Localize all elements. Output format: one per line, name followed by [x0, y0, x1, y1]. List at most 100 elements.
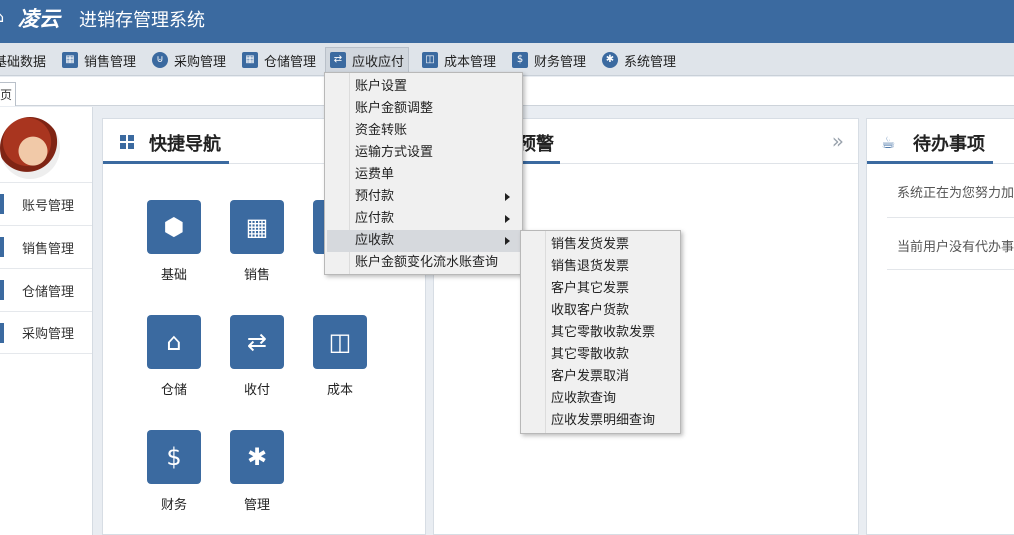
app-header: ⌂ 凌云 进销存管理系统 — [0, 0, 1014, 43]
sidebar-item-label: 账号管理 — [22, 198, 75, 214]
menu-cost[interactable]: ◫ 成本管理 — [422, 48, 496, 72]
sidebar-item-label: 销售管理 — [22, 241, 75, 257]
double-chevron-right-icon[interactable]: » — [832, 129, 844, 153]
menu-item-shipping-method[interactable]: 运输方式设置 — [327, 142, 520, 164]
nav-label: 销售 — [243, 268, 270, 283]
nav-tile-payment[interactable]: ⇄ — [230, 315, 284, 369]
nav-label: 基础 — [160, 268, 187, 283]
menu-label: 基础数据 — [0, 54, 47, 70]
todo-message: 当前用户没有代办事 — [897, 240, 1014, 255]
sidebar-item-accounts[interactable]: 账号管理 — [0, 182, 92, 225]
menu-warehouse[interactable]: ▦ 仓储管理 — [242, 48, 316, 72]
panel-title: 快捷导航 — [149, 134, 221, 155]
sidebar-item-warehouse[interactable]: 仓储管理 — [0, 268, 92, 311]
exchange-icon: ⇄ — [330, 52, 346, 68]
sidebar-marker — [0, 237, 4, 257]
sidebar-marker — [0, 280, 4, 300]
submenu-item[interactable]: 销售发货发票 — [523, 234, 678, 256]
todo-panel: ☕ 待办事项 系统正在为您努力加 当前用户没有代办事 — [866, 118, 1014, 535]
menu-item-account-adjust[interactable]: 账户金额调整 — [327, 98, 520, 120]
grid-icon — [120, 135, 134, 149]
sidebar-item-purchase[interactable]: 采购管理 — [0, 311, 92, 354]
app-logo: 凌云 — [18, 6, 60, 31]
panel-title: 待办事项 — [913, 134, 985, 155]
menu-purchase[interactable]: ⊍ 采购管理 — [152, 48, 226, 72]
nav-label: 成本 — [326, 383, 353, 398]
menu-system[interactable]: ✱ 系统管理 — [602, 48, 676, 72]
menu-label: 销售管理 — [84, 54, 137, 70]
tab-home[interactable]: 页 — [0, 82, 16, 106]
menu-item-label: 应付款 — [355, 211, 395, 226]
nav-tile-basic[interactable]: ⬢ — [147, 200, 201, 254]
menu-label: 应收应付 — [352, 54, 405, 70]
nav-label: 管理 — [243, 498, 270, 513]
menu-label: 采购管理 — [174, 54, 227, 70]
nav-label: 仓储 — [160, 383, 187, 398]
avatar — [0, 117, 60, 179]
calendar-icon: ▦ — [62, 52, 78, 68]
submenu-item[interactable]: 其它零散收款发票 — [523, 322, 678, 344]
menu-item-payable[interactable]: 应付款 — [327, 208, 520, 230]
menu-item-account-settings[interactable]: 账户设置 — [327, 76, 520, 98]
menu-item-label: 应收款 — [355, 233, 395, 248]
divider — [887, 269, 1014, 270]
submenu-item[interactable]: 应收款查询 — [523, 388, 678, 410]
book-icon: ◫ — [328, 328, 352, 356]
gear-icon: ✱ — [246, 443, 268, 471]
todo-message: 系统正在为您努力加 — [897, 186, 1014, 201]
sidebar-item-sales[interactable]: 销售管理 — [0, 225, 92, 268]
cube-icon: ⬢ — [163, 213, 185, 241]
title-underline — [867, 161, 993, 164]
cup-icon: ☕ — [881, 133, 896, 152]
menu-item-fund-transfer[interactable]: 资金转账 — [327, 120, 520, 142]
submenu-item[interactable]: 应收发票明细查询 — [523, 410, 678, 432]
nav-tile-cost[interactable]: ◫ — [313, 315, 367, 369]
receivable-submenu: 销售发货发票 销售退货发票 客户其它发票 收取客户货款 其它零散收款发票 其它零… — [520, 230, 681, 434]
panel-header: ☕ 待办事项 — [867, 119, 1014, 164]
nav-tile-warehouse[interactable]: ⌂ — [147, 315, 201, 369]
nav-label: 财务 — [160, 498, 187, 513]
basket-icon: ⊍ — [152, 52, 168, 68]
submenu-item[interactable]: 客户发票取消 — [523, 366, 678, 388]
app-title: 进销存管理系统 — [79, 10, 205, 31]
submenu-item[interactable]: 客户其它发票 — [523, 278, 678, 300]
menu-basic-data[interactable]: 基础数据 — [0, 48, 46, 72]
home-icon: ⌂ — [0, 7, 8, 26]
money-icon: $ — [512, 52, 528, 68]
menu-finance[interactable]: $ 财务管理 — [512, 48, 586, 72]
menu-item-receivable[interactable]: 应收款 — [327, 230, 520, 252]
money-icon: $ — [166, 443, 182, 471]
menu-label: 成本管理 — [444, 54, 497, 70]
menu-item-account-flow-query[interactable]: 账户金额变化流水账查询 — [327, 252, 520, 274]
calendar-icon: ▦ — [245, 213, 269, 241]
nav-tile-finance[interactable]: $ — [147, 430, 201, 484]
menu-item-prepayment[interactable]: 预付款 — [327, 186, 520, 208]
menu-label: 仓储管理 — [264, 54, 317, 70]
nav-tile-sales[interactable]: ▦ — [230, 200, 284, 254]
panel-title: 预警 — [518, 134, 554, 155]
left-sidebar: 账号管理 销售管理 仓储管理 采购管理 — [0, 107, 93, 535]
bank-icon: ⌂ — [166, 328, 182, 356]
sidebar-marker — [0, 194, 4, 214]
submenu-arrow-icon — [505, 193, 510, 201]
submenu-arrow-icon — [505, 237, 510, 245]
sidebar-item-label: 采购管理 — [22, 327, 75, 342]
submenu-arrow-icon — [505, 215, 510, 223]
submenu-item[interactable]: 收取客户货款 — [523, 300, 678, 322]
divider — [887, 217, 1014, 218]
menu-item-label: 预付款 — [355, 189, 395, 204]
menu-label: 系统管理 — [624, 54, 677, 70]
menu-receivable-payable[interactable]: ⇄ 应收应付 — [325, 47, 410, 73]
nav-tile-system[interactable]: ✱ — [230, 430, 284, 484]
calendar-icon: ▦ — [242, 52, 258, 68]
submenu-item[interactable]: 其它零散收款 — [523, 344, 678, 366]
menu-item-freight-bill[interactable]: 运费单 — [327, 164, 520, 186]
receivable-payable-menu: 账户设置 账户金额调整 资金转账 运输方式设置 运费单 预付款 应付款 应收款 … — [324, 72, 523, 275]
title-underline — [103, 161, 229, 164]
sidebar-marker — [0, 322, 4, 343]
book-icon: ◫ — [422, 52, 438, 68]
menu-sales[interactable]: ▦ 销售管理 — [62, 48, 136, 72]
menu-label: 财务管理 — [534, 54, 587, 70]
gear-icon: ✱ — [602, 52, 618, 68]
submenu-item[interactable]: 销售退货发票 — [523, 256, 678, 278]
